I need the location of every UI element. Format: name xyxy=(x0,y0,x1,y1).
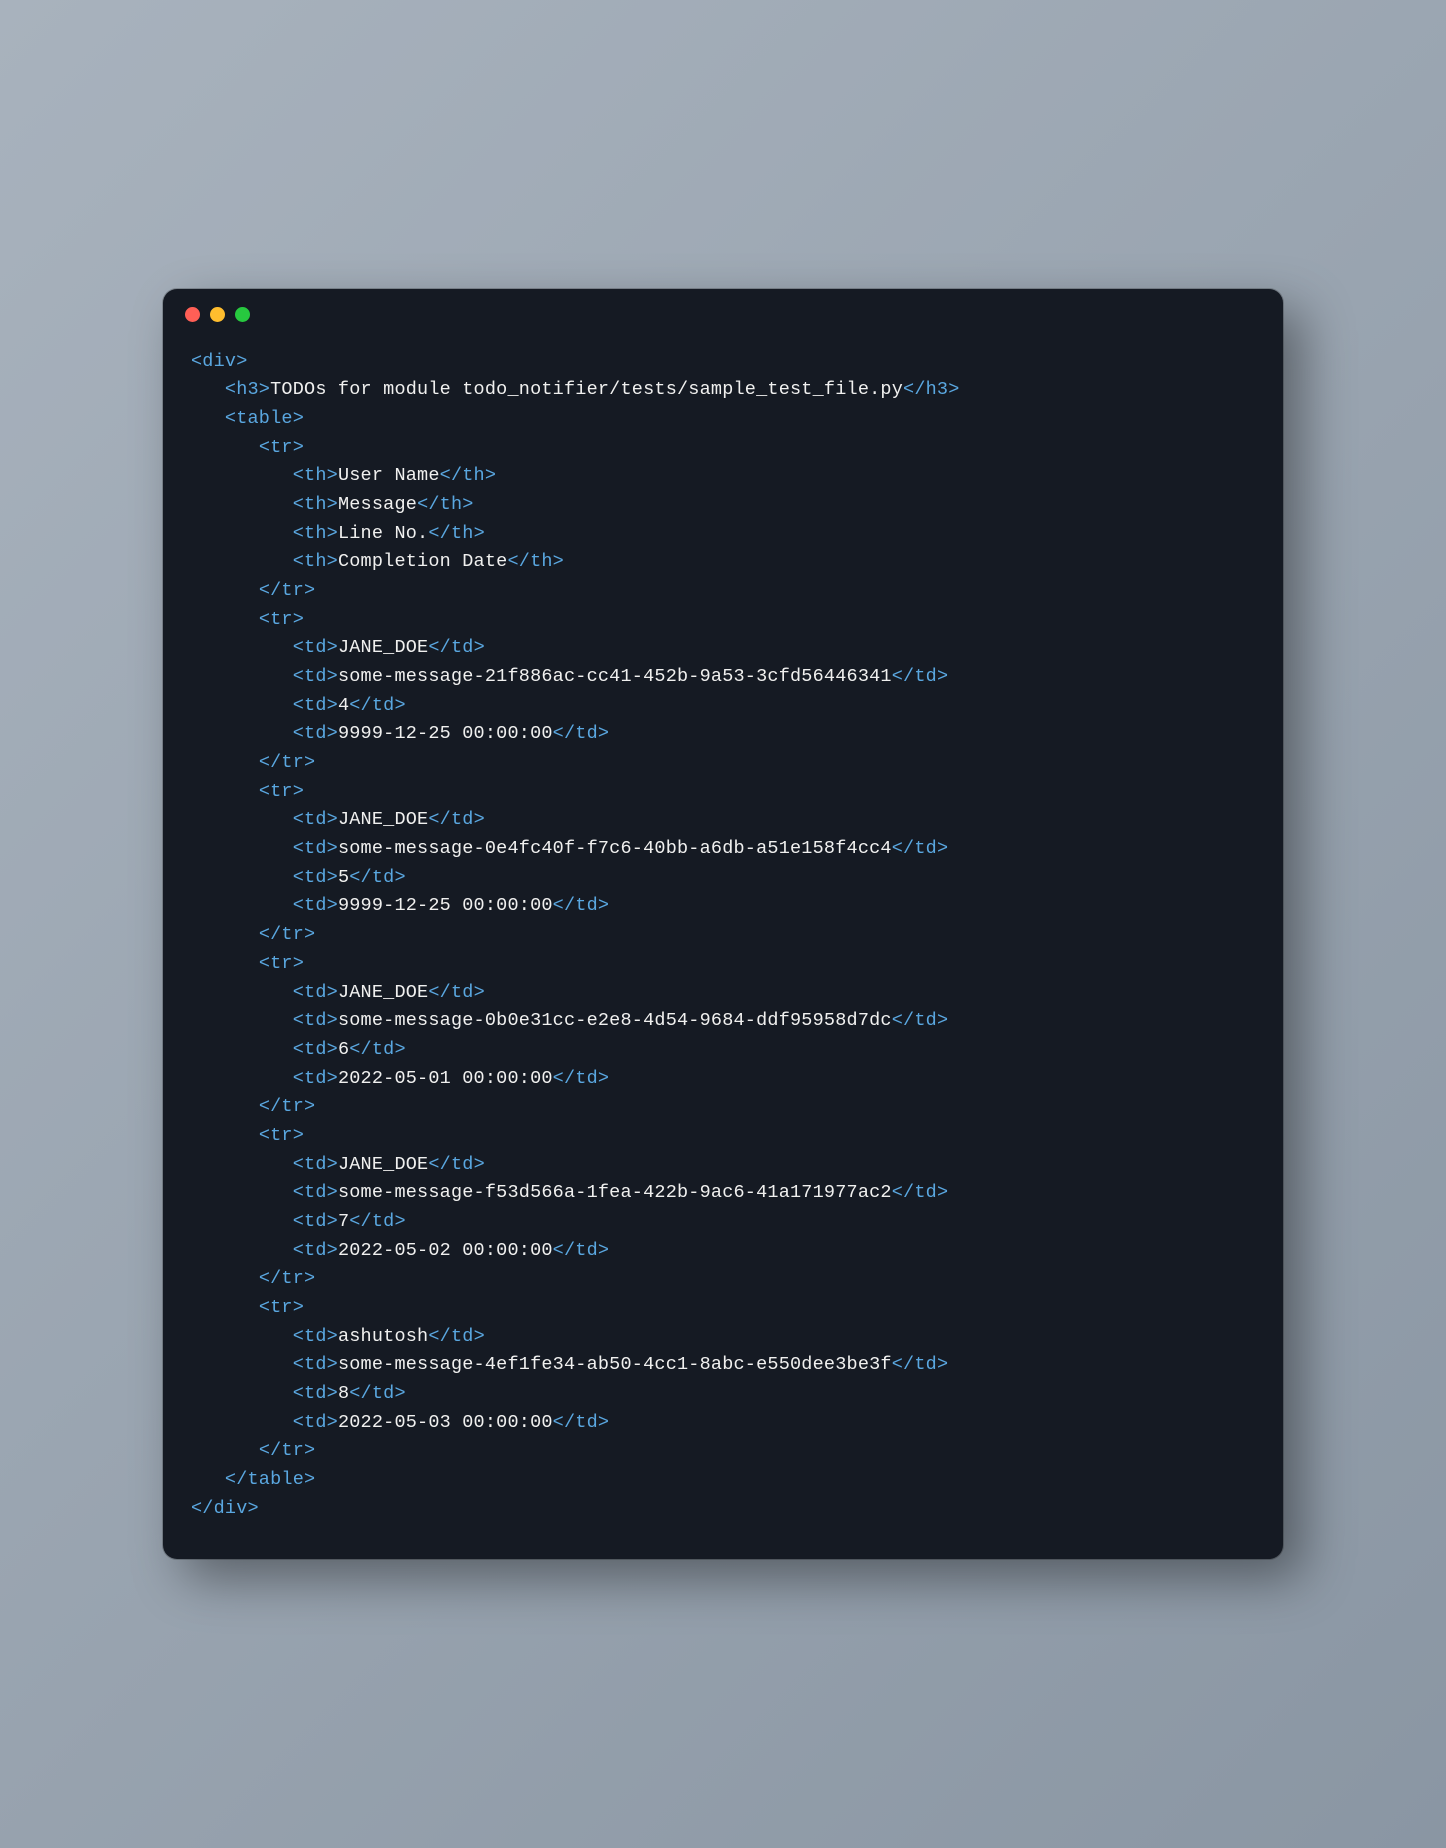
code-content: <div> <h3>TODOs for module todo_notifier… xyxy=(163,332,1283,1560)
close-icon[interactable] xyxy=(185,307,200,322)
code-window: <div> <h3>TODOs for module todo_notifier… xyxy=(163,289,1283,1560)
maximize-icon[interactable] xyxy=(235,307,250,322)
minimize-icon[interactable] xyxy=(210,307,225,322)
window-titlebar xyxy=(163,289,1283,332)
